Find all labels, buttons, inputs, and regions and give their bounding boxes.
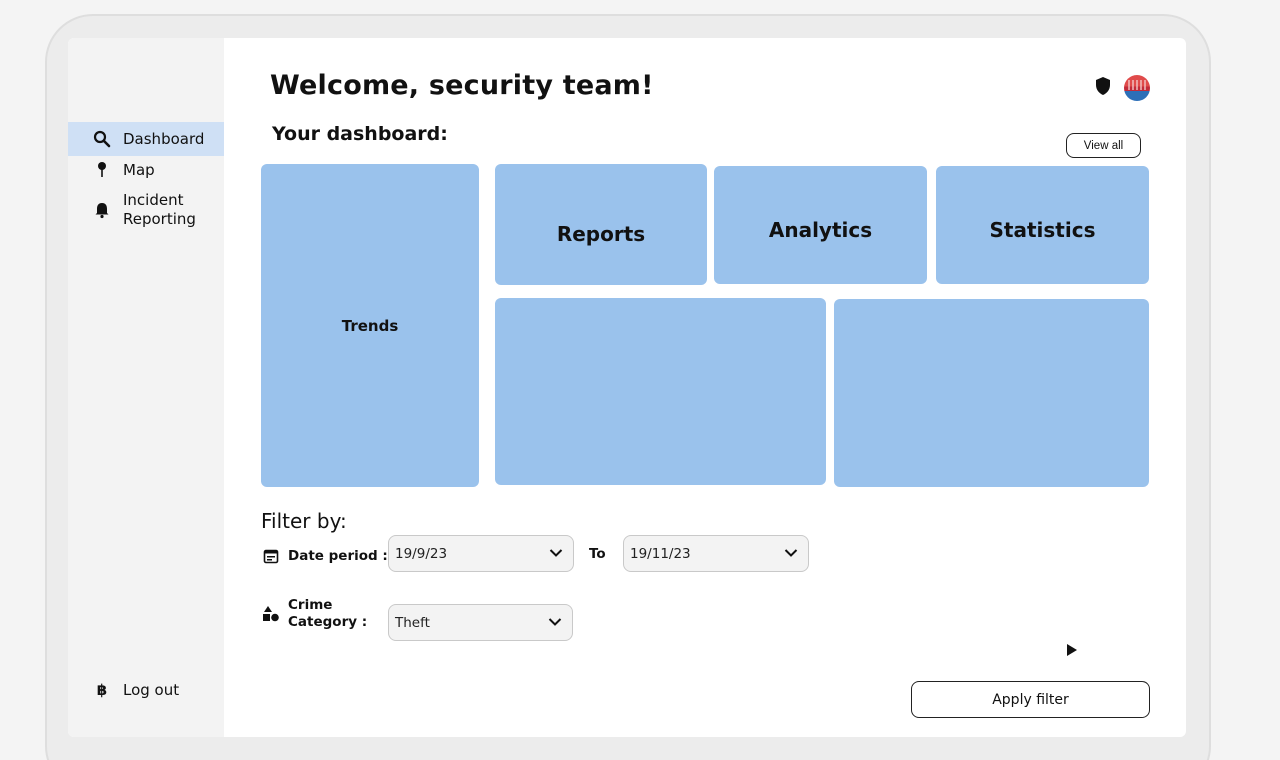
bell-icon <box>93 201 111 219</box>
date-period-text: Date period : <box>288 548 388 564</box>
chevron-down-icon <box>784 546 798 562</box>
date-to-select[interactable]: 19/11/23 <box>623 535 809 572</box>
tile-empty-1[interactable] <box>495 298 826 485</box>
tile-analytics[interactable]: Analytics <box>714 166 927 284</box>
logout-button[interactable]: ฿ Log out <box>68 678 224 702</box>
sidebar-item-incident-reporting[interactable]: Incident Reporting <box>68 190 224 230</box>
svg-text:฿: ฿ <box>97 681 107 699</box>
shield-icon[interactable] <box>1094 76 1112 100</box>
pin-icon <box>93 161 111 179</box>
bitcoin-icon: ฿ <box>93 681 111 699</box>
search-icon <box>93 130 111 148</box>
sidebar-item-label: Incident Reporting <box>123 191 196 228</box>
tile-trends[interactable]: Trends <box>261 164 479 487</box>
tile-statistics[interactable]: Statistics <box>936 166 1149 284</box>
avatar[interactable] <box>1124 75 1150 101</box>
tile-label: Reports <box>556 221 646 246</box>
shapes-icon <box>262 605 280 623</box>
view-all-button[interactable]: View all <box>1066 133 1141 158</box>
calendar-icon <box>262 547 280 565</box>
date-from-value: 19/9/23 <box>395 545 448 562</box>
date-period-label: Date period : <box>262 543 388 569</box>
play-icon[interactable] <box>1066 642 1078 656</box>
crime-category-line2: Category : <box>288 614 368 630</box>
to-label: To <box>589 546 606 562</box>
tile-label: Analytics <box>768 218 873 242</box>
tile-label: Trends <box>341 316 399 335</box>
page-title: Welcome, security team! <box>270 70 654 101</box>
sidebar-item-label: Dashboard <box>123 130 205 148</box>
sidebar: Dashboard Map Incident Reporting ฿ Log o… <box>68 38 224 737</box>
logout-label: Log out <box>123 681 180 699</box>
filter-heading: Filter by: <box>261 509 347 533</box>
crime-category-text: Crime Category : <box>288 597 367 631</box>
crime-category-label: Crime Category : <box>262 597 367 631</box>
apply-filter-button[interactable]: Apply filter <box>911 681 1150 718</box>
tile-label: Statistics <box>989 218 1096 242</box>
dashboard-heading: Your dashboard: <box>272 123 448 145</box>
crime-category-select[interactable]: Theft <box>388 604 573 641</box>
chevron-down-icon <box>549 546 563 562</box>
crime-category-value: Theft <box>395 614 430 631</box>
date-from-select[interactable]: 19/9/23 <box>388 535 574 572</box>
sidebar-item-dashboard[interactable]: Dashboard <box>68 122 224 156</box>
chevron-down-icon <box>548 615 562 631</box>
sidebar-item-label: Map <box>123 161 155 179</box>
sidebar-item-map[interactable]: Map <box>68 158 224 182</box>
crime-category-line1: Crime <box>288 597 333 613</box>
tile-empty-2[interactable] <box>834 299 1149 487</box>
date-to-value: 19/11/23 <box>630 545 691 562</box>
tile-reports[interactable]: Reports <box>495 164 707 285</box>
header-icons <box>1094 75 1150 101</box>
app-window: Dashboard Map Incident Reporting ฿ Log o… <box>68 38 1186 737</box>
